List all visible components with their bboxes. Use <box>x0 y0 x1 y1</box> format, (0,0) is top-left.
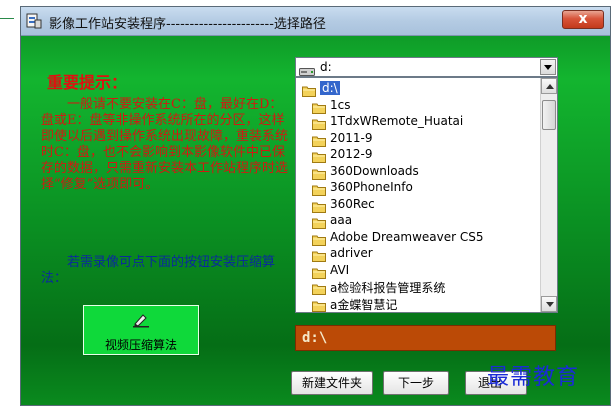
folder-item[interactable]: Adobe Dreamweaver CS5 <box>296 229 540 246</box>
close-icon: x <box>578 11 588 27</box>
folder-icon <box>312 214 326 229</box>
compress-hint: 若需录像可点下面的按钮安装压缩算法： <box>41 255 276 286</box>
folder-item-label: a检验科报告管理系统 <box>330 281 446 295</box>
close-button[interactable]: x <box>562 10 604 29</box>
folder-icon <box>312 264 326 279</box>
folder-icon <box>312 115 326 130</box>
folder-list-scrollbar[interactable] <box>540 78 557 312</box>
folder-item-label: adriver <box>330 246 373 260</box>
folder-item[interactable]: AVI <box>296 262 540 279</box>
pencil-icon <box>132 312 150 328</box>
folder-item[interactable]: 2011-9 <box>296 130 540 147</box>
folder-item[interactable]: 360Downloads <box>296 163 540 180</box>
folder-item[interactable]: 2012-9 <box>296 146 540 163</box>
desktop-line <box>0 18 14 19</box>
folder-item[interactable]: d:\ <box>296 80 540 97</box>
chevron-down-icon <box>544 65 552 70</box>
next-button[interactable]: 下一步 <box>383 371 449 395</box>
folder-item[interactable]: 360PhoneInfo <box>296 179 540 196</box>
open-folder-icon <box>302 82 316 97</box>
folder-icon <box>312 181 326 196</box>
folder-icon <box>312 198 326 213</box>
title-bar[interactable]: 影像工作站安装程序-----------------------选择路径 x <box>21 7 610 36</box>
chevron-up-icon <box>546 84 554 89</box>
scroll-down-button[interactable] <box>541 296 557 312</box>
folder-item-label: a金蝶智慧记 <box>330 297 398 312</box>
chevron-down-icon <box>546 302 554 307</box>
folder-list[interactable]: a金蝶智慧记 a检验科报告管理系统 AVI adriver Adobe Dreamwea… <box>295 77 558 313</box>
folder-item-label: 360PhoneInfo <box>330 180 413 194</box>
drive-select[interactable]: d: <box>295 57 558 77</box>
selected-path-value: d:\ <box>302 330 328 346</box>
installer-window: 影像工作站安装程序-----------------------选择路径 x 重… <box>20 6 611 406</box>
new-folder-button[interactable]: 新建文件夹 <box>291 371 373 395</box>
folder-item-label: 1cs <box>330 97 351 112</box>
folder-item[interactable]: a检验科报告管理系统 <box>296 278 540 295</box>
folder-item-label: AVI <box>330 262 350 277</box>
folder-item[interactable]: 1cs <box>296 97 540 114</box>
folder-item-label: aaa <box>330 213 353 227</box>
notice-body: 一般请不要安装在C：盘，最好在D：盘或E：盘等非操作系统所在的分区，这样即使以后… <box>41 97 289 192</box>
folder-item-label: 360Rec <box>330 196 375 211</box>
folder-icon <box>312 165 326 180</box>
drive-icon <box>299 62 315 76</box>
installer-app-icon <box>25 12 43 30</box>
folder-icon <box>312 148 326 163</box>
folder-item-label: Adobe Dreamweaver CS5 <box>330 229 484 244</box>
watermark-text: 最需教育 <box>487 365 580 390</box>
folder-item[interactable]: 360Rec <box>296 196 540 213</box>
folder-item-label: 360Downloads <box>330 163 419 178</box>
folder-icon <box>312 231 326 246</box>
folder-icon <box>312 132 326 147</box>
desktop-left-edge <box>0 0 20 408</box>
folder-icon <box>312 280 326 295</box>
folder-item-label: 2012-9 <box>330 147 373 161</box>
folder-item-label: d:\ <box>320 81 340 95</box>
folder-item-label: 2011-9 <box>330 130 373 145</box>
scroll-thumb[interactable] <box>542 100 556 130</box>
window-title: 影像工作站安装程序-----------------------选择路径 <box>49 17 326 32</box>
notice-heading: 重要提示： <box>47 73 128 92</box>
folder-item[interactable]: aaa <box>296 212 540 229</box>
video-compression-button[interactable]: 视频压缩算法 <box>83 305 199 355</box>
folder-item-label: 1TdxWRemote_Huatai <box>330 114 464 128</box>
drive-selected-value: d: <box>320 60 332 74</box>
folder-icon <box>312 99 326 114</box>
folder-item[interactable]: a金蝶智慧记 <box>296 295 540 312</box>
folder-item[interactable]: 1TdxWRemote_Huatai <box>296 113 540 130</box>
folder-item[interactable]: adriver <box>296 245 540 262</box>
selected-path-field[interactable]: d:\ <box>295 325 556 351</box>
scroll-up-button[interactable] <box>541 78 557 94</box>
folder-icon <box>312 297 326 312</box>
video-compression-label: 视频压缩算法 <box>104 338 177 352</box>
drive-dropdown-button[interactable] <box>540 59 556 75</box>
folder-icon <box>312 247 326 262</box>
